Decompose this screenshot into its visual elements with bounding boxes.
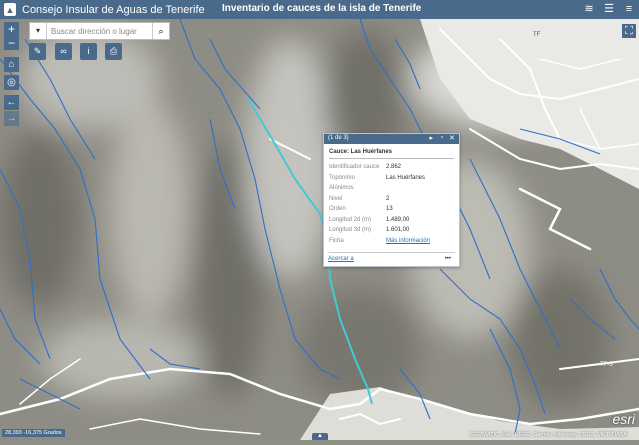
binoculars-icon[interactable]: ∞: [55, 43, 72, 60]
popup-counter: (1 de 3): [328, 135, 349, 141]
field-value: 1.489,00: [386, 216, 410, 223]
print-icon[interactable]: ⎙: [105, 43, 122, 60]
field-label: Longitud 3d (m): [329, 227, 372, 233]
field-value: 2: [386, 195, 390, 202]
info-icon[interactable]: i: [80, 43, 97, 60]
forward-arrow-icon[interactable]: →: [4, 111, 19, 126]
field-label: Longitud 2d (m): [329, 216, 372, 223]
next-icon[interactable]: ▸: [429, 134, 433, 142]
popup-fields: Identificador cauce 2.862 Topónimo Las Hué…: [329, 163, 430, 247]
more-actions-icon[interactable]: •••: [445, 256, 451, 262]
app-title: Consejo Insular de Aguas de Tenerife: [22, 3, 205, 16]
field-value: [386, 184, 430, 195]
more-info-link[interactable]: Más información: [386, 238, 430, 244]
field-row: Nivel 2: [329, 195, 430, 206]
field-row: Longitud 3d (m) 1.601,00: [329, 226, 430, 237]
field-row: Identificador cauce 2.862: [329, 163, 430, 174]
field-label: Identificador cauce: [329, 164, 380, 170]
list-icon[interactable]: ☰: [602, 2, 616, 16]
field-label: Ficha: [329, 237, 344, 244]
field-label: Alónimos: [329, 185, 354, 191]
popup-footer: Acercar a •••: [328, 252, 455, 262]
zoom-to-link[interactable]: Acercar a: [328, 256, 354, 262]
field-label: Topónimo: [329, 174, 356, 181]
attribution: GEOMATIC, Esri, HERE, Garmin, Intermap, …: [470, 432, 627, 438]
search-input[interactable]: Buscar dirección o lugar: [51, 27, 137, 36]
road-label-tf5: TF-5: [600, 362, 613, 368]
field-value: 2.862: [386, 164, 402, 170]
feature-popup: (1 de 3) ▸ ▫ ✕ Cauce: Las Huérfanes Iden…: [323, 133, 460, 267]
popup-header: (1 de 3) ▸ ▫ ✕: [324, 134, 459, 144]
home-icon[interactable]: ⌂: [4, 57, 19, 72]
map-view[interactable]: TF-5 TF: [0, 18, 639, 440]
search-icon[interactable]: ⌕: [152, 23, 169, 39]
road-label-tf: TF: [533, 32, 541, 38]
search-box[interactable]: ▾ Buscar dirección o lugar ⌕: [29, 22, 170, 40]
back-arrow-icon[interactable]: ←: [4, 95, 19, 110]
zoom-out-button[interactable]: −: [4, 36, 19, 50]
maximize-icon[interactable]: ▫: [441, 134, 443, 141]
close-icon[interactable]: ✕: [449, 134, 455, 142]
map-canvas[interactable]: TF-5 TF: [0, 18, 639, 440]
field-row: Alónimos: [329, 184, 430, 195]
page-title: Inventario de cauces de la isla de Tener…: [222, 3, 422, 14]
field-row: Orden 13: [329, 205, 430, 216]
field-label: Orden: [329, 206, 346, 212]
app-header: ▲ Consejo Insular de Aguas de Tenerife I…: [0, 0, 639, 19]
menu-icon[interactable]: ≡: [622, 2, 636, 16]
measure-icon[interactable]: ✎: [29, 43, 46, 60]
coordinates-readout: 28,393 -16,375 Grados: [2, 429, 65, 437]
locate-icon[interactable]: ◎: [4, 75, 19, 90]
field-value: 1.601,00: [386, 227, 410, 233]
field-row: Topónimo Las Huérfanes: [329, 174, 430, 185]
search-source-dropdown[interactable]: ▾: [30, 23, 47, 39]
field-value: Las Huérfanes: [386, 174, 426, 181]
fullscreen-icon[interactable]: ⛶: [622, 24, 636, 38]
field-row: Longitud 2d (m) 1.489,00: [329, 216, 430, 227]
layers-icon[interactable]: ≋: [582, 2, 596, 16]
zoom-control: + −: [4, 22, 19, 50]
app-logo: ▲: [4, 3, 16, 16]
expand-panel-button[interactable]: ▲: [312, 433, 328, 440]
field-value: 13: [386, 206, 393, 212]
zoom-in-button[interactable]: +: [4, 22, 19, 36]
esri-logo: esri: [612, 411, 635, 427]
field-row: Ficha Más información: [329, 237, 430, 248]
field-label: Nivel: [329, 195, 343, 202]
popup-title: Cauce: Las Huérfanes: [329, 149, 454, 159]
